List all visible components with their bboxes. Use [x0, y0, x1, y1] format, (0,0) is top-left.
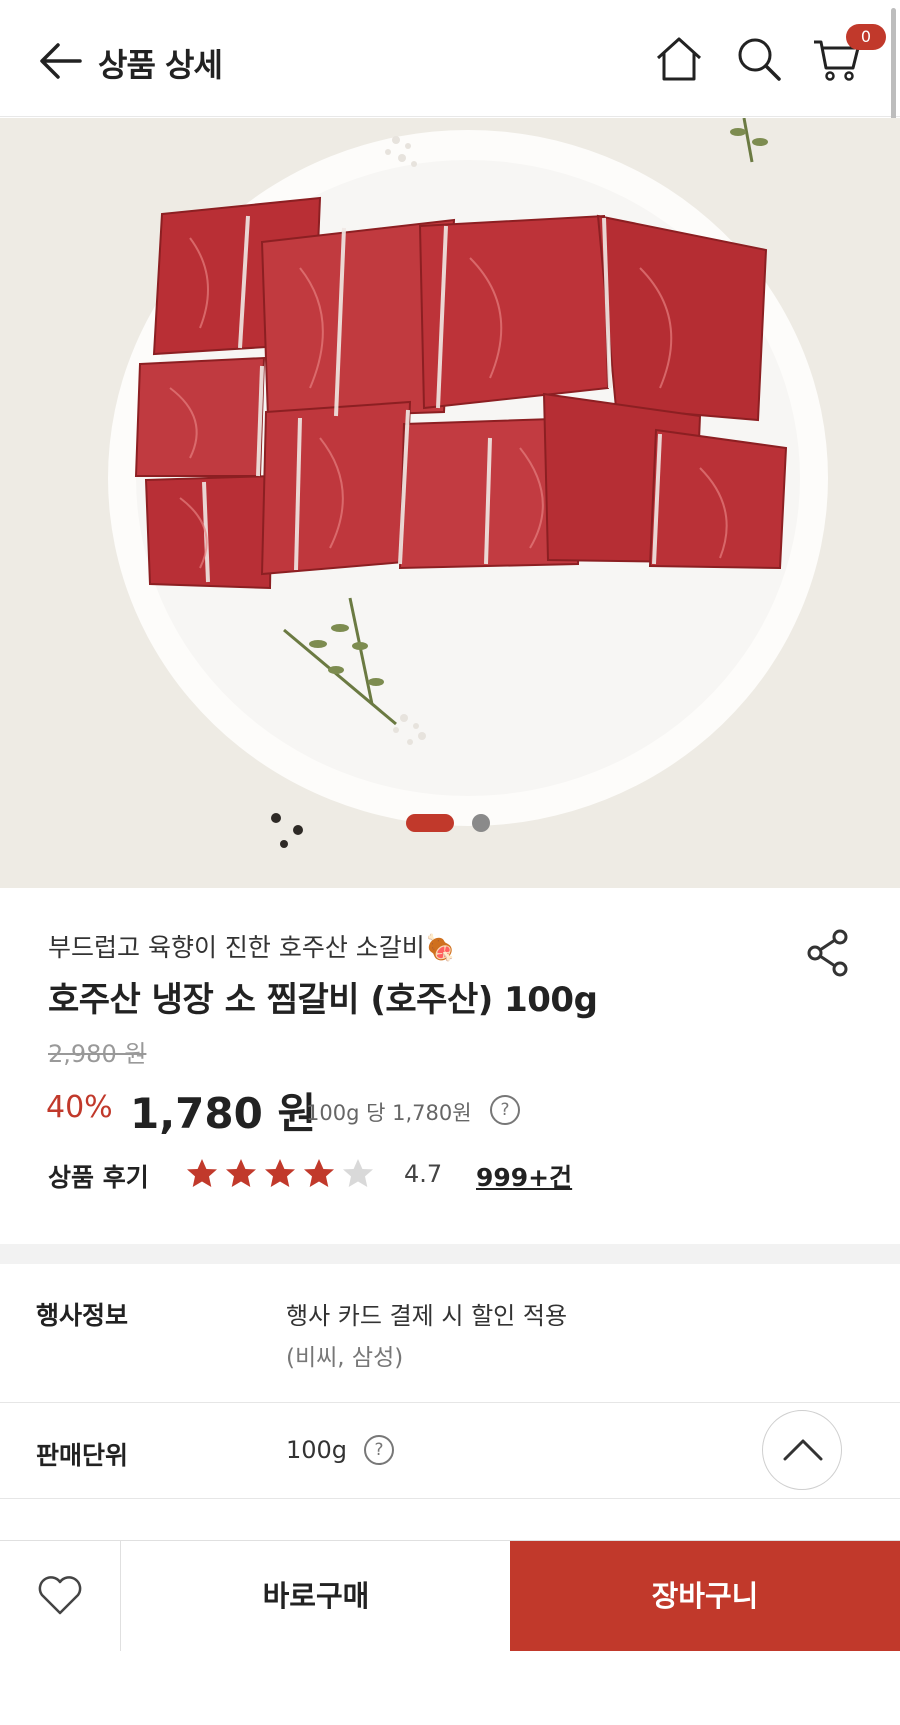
review-label: 상품 후기	[48, 1163, 149, 1192]
section-divider	[0, 1244, 900, 1264]
promo-info-value: 행사 카드 결제 시 할인 적용	[286, 1302, 568, 1330]
star-icon	[265, 1159, 295, 1187]
buy-now-button[interactable]: 바로구매	[122, 1541, 510, 1651]
row-divider	[0, 1498, 900, 1499]
star-icon	[187, 1159, 217, 1187]
sale-unit-label: 판매단위	[36, 1441, 129, 1470]
heart-icon	[38, 1576, 82, 1615]
product-subtitle: 부드럽고 육향이 진한 호주산 소갈비🍖	[48, 933, 456, 962]
bottom-action-bar: 바로구매 장바구니	[0, 1540, 900, 1651]
discount-rate: 40%	[46, 1090, 113, 1125]
sale-price: 1,780 원	[130, 1089, 317, 1138]
carousel-dot-active[interactable]	[406, 814, 454, 832]
chevron-up-icon	[783, 1439, 823, 1461]
page-title: 상품 상세	[98, 46, 223, 84]
row-divider	[0, 1402, 900, 1403]
star-icon	[343, 1159, 373, 1187]
star-icon	[304, 1159, 334, 1187]
share-icon[interactable]	[806, 928, 850, 978]
home-icon[interactable]	[654, 34, 704, 84]
promo-info-label: 행사정보	[36, 1301, 129, 1330]
review-count-link[interactable]: 999+건	[476, 1158, 572, 1194]
sale-unit-value: 100g	[286, 1436, 348, 1464]
carousel-dot[interactable]	[472, 814, 490, 832]
product-image-carousel[interactable]	[0, 118, 900, 888]
promo-info-sub: (비씨, 삼성)	[286, 1345, 404, 1371]
search-icon[interactable]	[734, 34, 784, 84]
scroll-to-top-button[interactable]	[762, 1410, 842, 1490]
star-rating	[187, 1159, 373, 1187]
rating-value: 4.7	[404, 1160, 443, 1188]
top-app-bar: 상품 상세 0	[0, 0, 900, 117]
back-arrow-icon[interactable]	[36, 36, 86, 86]
wishlist-button[interactable]	[0, 1541, 121, 1651]
help-circle-icon[interactable]: ?	[490, 1095, 520, 1125]
product-name: 호주산 냉장 소 찜갈비 (호주산) 100g	[48, 980, 598, 1020]
cart-count-badge: 0	[846, 24, 886, 50]
add-to-cart-button[interactable]: 장바구니	[510, 1541, 900, 1651]
unit-price: 100g 당 1,780원	[306, 1101, 472, 1125]
product-image	[108, 118, 828, 848]
star-icon	[226, 1159, 256, 1187]
help-circle-icon[interactable]: ?	[364, 1435, 394, 1465]
original-price: 2,980 원	[48, 1040, 147, 1068]
